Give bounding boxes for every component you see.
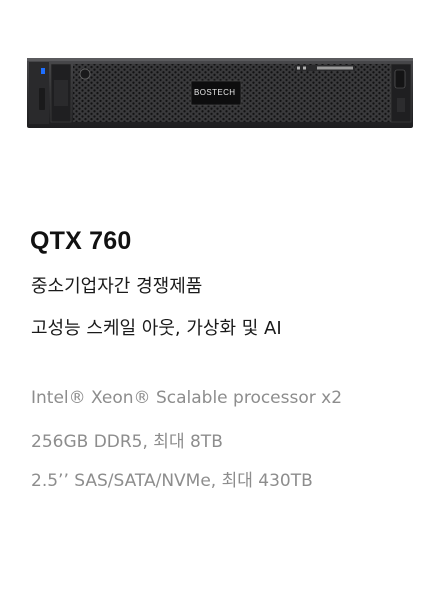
product-tagline-1: 중소기업자간 경쟁제품 xyxy=(31,276,203,297)
product-card[interactable]: BOSTECH QTX 760 중소기업자간 경쟁제품 고성능 스케일 아웃, … xyxy=(0,0,440,600)
spec-storage: 2.5’’ SAS/SATA/NVMe, 최대 430TB xyxy=(31,471,313,491)
spec-memory: 256GB DDR5, 최대 8TB xyxy=(31,432,223,452)
spec-processor: Intel® Xeon® Scalable processor x2 xyxy=(31,388,343,408)
product-model-title[interactable]: QTX 760 xyxy=(30,227,131,256)
brand-logo-text: BOSTECH xyxy=(194,88,236,97)
product-tagline-2: 고성능 스케일 아웃, 가상화 및 AI xyxy=(31,318,282,339)
